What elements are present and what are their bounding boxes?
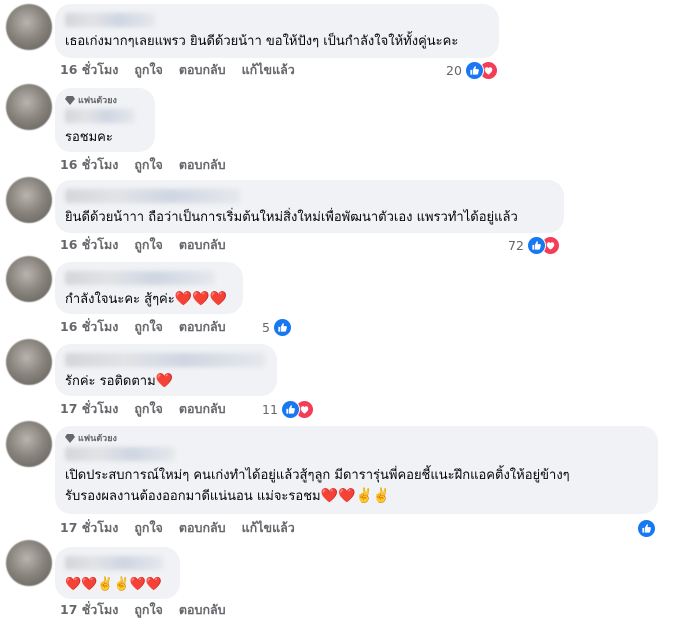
author-name-blurred[interactable] [65,271,215,285]
reaction-summary[interactable]: 5 [262,318,292,337]
timestamp[interactable]: 17 ชั่วโมง [60,518,118,538]
edited-label[interactable]: แก้ไขแล้ว [242,60,295,80]
like-icon [272,318,292,337]
like-button[interactable]: ถูกใจ [134,399,163,419]
author-name-blurred[interactable] [65,447,175,461]
comment-text: ❤️❤️✌️✌️❤️❤️ [65,577,163,592]
author-name-blurred[interactable] [65,189,240,203]
author-name-blurred[interactable] [65,556,163,570]
avatar[interactable] [6,540,52,586]
author-name-blurred[interactable] [65,13,155,27]
timestamp[interactable]: 17 ชั่วโมง [60,399,118,419]
top-fan-badge[interactable]: แฟนตัวยง [65,93,145,107]
comment-text: เธอเก่งมากๆเลยแพรว ยินดีด้วยน้าา ขอให้ปั… [65,34,459,49]
comment-actions: 16 ชั่วโมง ถูกใจ ตอบกลับ [60,235,226,255]
reaction-summary[interactable]: 20 [446,61,498,80]
avatar[interactable] [6,84,52,130]
badge-label: แฟนตัวยง [78,96,117,106]
comment-actions: 17 ชั่วโมง ถูกใจ ตอบกลับ แก้ไขแล้ว [60,518,295,538]
heart-emoji: ❤️❤️❤️ [174,291,228,307]
reaction-count: 5 [262,320,270,335]
comment-text-line-2: รับรองผลงานต้องออกมาดีแน่นอน แม่จะรอชม❤️… [65,486,648,507]
avatar[interactable] [6,339,52,385]
reaction-count: 20 [446,63,462,78]
comment-text-body: รับรองผลงานต้องออกมาดีแน่นอน แม่จะรอชม [65,489,321,504]
comment-bubble: รักค่ะ รอติดตาม❤️ [55,344,277,396]
like-button[interactable]: ถูกใจ [134,60,163,80]
comment-text: กำลังใจนะคะ สู้ๆค่ะ❤️❤️❤️ [65,289,233,310]
like-button[interactable]: ถูกใจ [134,518,163,538]
comment-bubble: แฟนตัวยง รอชมคะ [55,88,155,152]
comment-text-line-1: เปิดประสบการณ์ใหม่ๆ คนเก่งทำได้อยู่แล้วส… [65,468,570,483]
timestamp[interactable]: 17 ชั่วโมง [60,600,118,620]
reaction-summary[interactable]: 11 [262,400,314,419]
comment-text: รักค่ะ รอติดตาม❤️ [65,371,267,392]
reply-button[interactable]: ตอบกลับ [179,60,226,80]
top-fan-badge[interactable]: แฟนตัวยง [65,431,648,445]
timestamp[interactable]: 16 ชั่วโมง [60,155,118,175]
author-name-blurred[interactable] [65,353,265,367]
reaction-count: 72 [508,238,524,253]
author-name-blurred[interactable] [65,109,135,123]
comment-actions: 16 ชั่วโมง ถูกใจ ตอบกลับ แก้ไขแล้ว [60,60,295,80]
comment-bubble: กำลังใจนะคะ สู้ๆค่ะ❤️❤️❤️ [55,262,243,314]
reaction-count: 11 [262,402,278,417]
avatar[interactable] [6,4,52,50]
like-button[interactable]: ถูกใจ [134,317,163,337]
reply-button[interactable]: ตอบกลับ [179,518,226,538]
avatar[interactable] [6,256,52,302]
comment-bubble: ❤️❤️✌️✌️❤️❤️ [55,547,180,599]
reply-button[interactable]: ตอบกลับ [179,399,226,419]
reply-button[interactable]: ตอบกลับ [179,317,226,337]
like-icon [280,400,300,419]
like-icon [526,236,546,255]
like-button[interactable]: ถูกใจ [134,600,163,620]
diamond-icon [65,96,75,105]
comment-actions: 16 ชั่วโมง ถูกใจ ตอบกลับ [60,155,226,175]
comment-text: รอชมคะ [65,130,113,145]
reply-button[interactable]: ตอบกลับ [179,600,226,620]
comment-text-body: รักค่ะ รอติดตาม [65,374,156,389]
like-button[interactable]: ถูกใจ [134,155,163,175]
avatar[interactable] [6,421,52,467]
timestamp[interactable]: 16 ชั่วโมง [60,235,118,255]
comment-text: ยินดีด้วยน้าาา ถือว่าเป็นการเริ่มต้นใหม่… [65,210,518,225]
reply-button[interactable]: ตอบกลับ [179,155,226,175]
like-icon [637,519,656,538]
badge-label: แฟนตัวยง [78,434,117,444]
comment-text-body: กำลังใจนะคะ สู้ๆค่ะ [65,292,175,307]
comment-bubble: แฟนตัวยง เปิดประสบการณ์ใหม่ๆ คนเก่งทำได้… [55,426,658,514]
reaction-summary[interactable]: 72 [508,236,560,255]
avatar[interactable] [6,177,52,223]
comment-actions: 17 ชั่วโมง ถูกใจ ตอบกลับ [60,600,226,620]
diamond-icon [65,434,75,443]
comment-bubble: เธอเก่งมากๆเลยแพรว ยินดีด้วยน้าา ขอให้ปั… [55,4,499,58]
timestamp[interactable]: 16 ชั่วโมง [60,317,118,337]
heart-emoji: ❤️ [155,373,174,389]
edited-label[interactable]: แก้ไขแล้ว [242,518,295,538]
comment-bubble: ยินดีด้วยน้าาา ถือว่าเป็นการเริ่มต้นใหม่… [55,180,564,233]
heart-peace-emoji: ❤️❤️✌️✌️ [320,488,391,504]
reaction-summary[interactable] [637,519,656,538]
like-button[interactable]: ถูกใจ [134,235,163,255]
comment-actions: 16 ชั่วโมง ถูกใจ ตอบกลับ [60,317,226,337]
timestamp[interactable]: 16 ชั่วโมง [60,60,118,80]
comment-actions: 17 ชั่วโมง ถูกใจ ตอบกลับ [60,399,226,419]
like-icon [464,61,484,80]
reply-button[interactable]: ตอบกลับ [179,235,226,255]
